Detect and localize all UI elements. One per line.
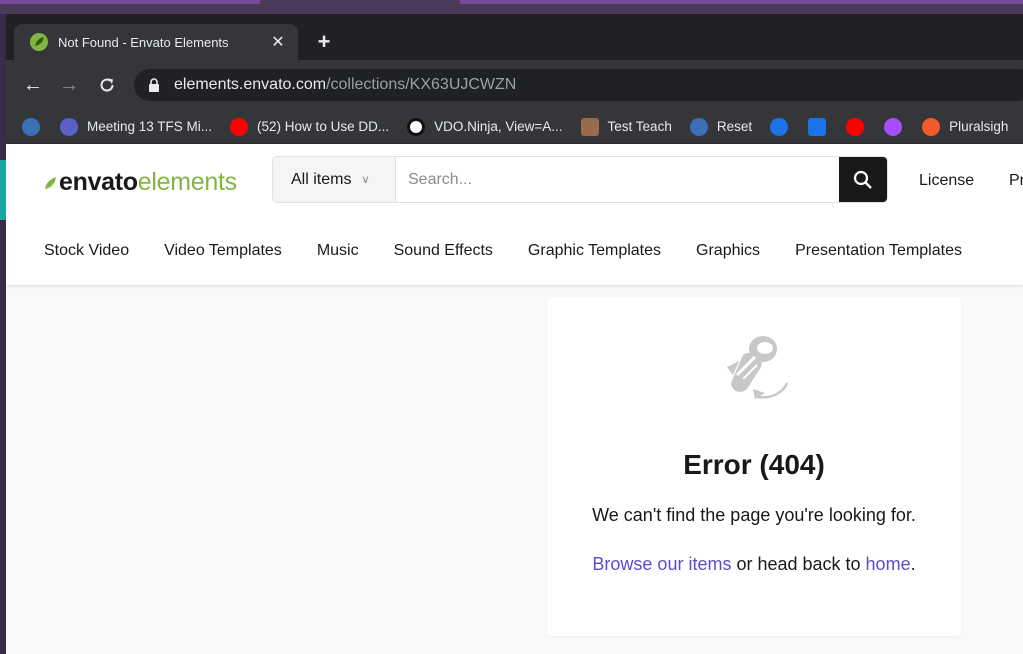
forward-button[interactable]: → — [56, 72, 82, 98]
bookmark-label: Test Teach — [607, 119, 672, 134]
pluralsight-icon — [922, 117, 941, 136]
browse-items-link[interactable]: Browse our items — [592, 554, 731, 574]
address-bar[interactable]: elements.envato.com/collections/KX63UJCW… — [134, 69, 1023, 101]
category-link[interactable]: Graphics — [696, 242, 760, 260]
bookmark-item[interactable]: Pluralsigh — [922, 117, 1009, 136]
bookmark-item[interactable] — [770, 117, 789, 136]
desktop-edge-accent — [0, 160, 6, 220]
gradient-circle-icon — [884, 117, 903, 136]
bookmark-item[interactable]: Reset — [689, 117, 753, 136]
bookmark-label: VDO.Ninja, View=A... — [434, 119, 563, 134]
error-title: Error (404) — [683, 449, 825, 480]
teams-icon — [60, 117, 78, 136]
desktop-background — [0, 0, 1023, 14]
category-link[interactable]: Graphic Templates — [528, 242, 661, 260]
astronaut-icon — [727, 336, 789, 399]
bookmark-label: Pluralsigh — [949, 119, 1009, 134]
browser-window: Not Found - Envato Elements ✕ + ← → elem… — [6, 14, 1023, 654]
category-link[interactable]: Sound Effects — [394, 242, 493, 260]
chevron-down-icon: ∨ — [361, 174, 370, 186]
category-link[interactable]: Video Templates — [164, 242, 282, 260]
site-header: envatoelements All items ∨ License Pr St… — [6, 144, 1023, 285]
error-links: Browse our items or head back to home. — [547, 554, 961, 575]
wordpress-icon — [689, 117, 708, 136]
wordpress-icon — [22, 117, 40, 136]
url-host: elements.envato.com — [174, 76, 327, 93]
lock-icon — [149, 78, 159, 92]
close-tab-icon[interactable]: ✕ — [268, 32, 288, 52]
vdo-ninja-icon — [407, 117, 426, 136]
avatar-icon — [580, 117, 599, 136]
bookmark-item[interactable]: VDO.Ninja, View=A... — [407, 117, 563, 136]
error-message: We can't find the page you're looking fo… — [592, 505, 916, 525]
logo-text-envato: envato — [59, 168, 138, 196]
bookmark-item[interactable]: Meeting 13 TFS Mi... — [60, 117, 213, 136]
bookmark-label: Meeting 13 TFS Mi... — [87, 119, 213, 134]
browser-toolbar: ← → elements.envato.com/collections/KX63… — [6, 60, 1023, 110]
category-dropdown[interactable]: All items ∨ — [273, 157, 396, 202]
bookmark-item[interactable] — [884, 117, 903, 136]
license-link[interactable]: License — [919, 172, 974, 190]
category-link[interactable]: Presentation Templates — [795, 242, 962, 260]
category-link[interactable]: Stock Video — [44, 242, 129, 260]
desktop-strip — [460, 0, 1023, 4]
bookmark-item[interactable] — [846, 117, 865, 136]
bookmark-item[interactable]: (52) How to Use DD... — [230, 117, 390, 136]
desktop-strip — [0, 0, 260, 4]
page-content: envatoelements All items ∨ License Pr St… — [6, 144, 1023, 654]
home-link[interactable]: home — [866, 554, 911, 574]
bookmarks-bar: Meeting 13 TFS Mi... (52) How to Use DD..… — [6, 110, 1023, 144]
category-label: All items — [291, 170, 352, 188]
envato-logo[interactable]: envato elements — [43, 168, 237, 197]
circle-blue-icon — [770, 117, 789, 136]
search-icon — [853, 170, 872, 189]
leaf-icon — [45, 176, 56, 189]
reload-icon — [100, 78, 114, 92]
calendar-icon — [808, 117, 827, 136]
bookmark-item[interactable] — [808, 117, 827, 136]
tab-bar: Not Found - Envato Elements ✕ + — [6, 14, 1023, 60]
new-tab-button[interactable]: + — [310, 28, 338, 56]
browser-tab[interactable]: Not Found - Envato Elements ✕ — [14, 24, 298, 60]
youtube-icon — [230, 117, 249, 136]
search-input[interactable] — [396, 157, 839, 202]
links-end-text: . — [910, 554, 916, 574]
pricing-link[interactable]: Pr — [1009, 172, 1023, 190]
search-button[interactable] — [839, 157, 887, 202]
url-path: /collections/KX63UJCWZN — [326, 76, 517, 93]
category-nav: Stock Video Video Templates Music Sound Eff… — [44, 242, 997, 260]
links-connector-text: or head back to — [731, 554, 866, 574]
error-card: Error (404) We can't find the page you'r… — [547, 297, 961, 636]
bookmark-label: Reset — [716, 119, 753, 134]
bookmark-item[interactable] — [22, 117, 40, 136]
bookmark-label: (52) How to Use DD... — [257, 119, 390, 134]
envato-leaf-icon — [30, 33, 48, 51]
search-bar: All items ∨ — [272, 156, 888, 203]
category-link[interactable]: Music — [317, 242, 359, 260]
logo-text-elements: elements — [137, 168, 237, 196]
tab-title: Not Found - Envato Elements — [58, 34, 229, 50]
bookmark-item[interactable]: Test Teach — [580, 117, 672, 136]
youtube-icon — [846, 117, 865, 136]
reload-button[interactable] — [94, 72, 120, 98]
back-button[interactable]: ← — [20, 72, 46, 98]
